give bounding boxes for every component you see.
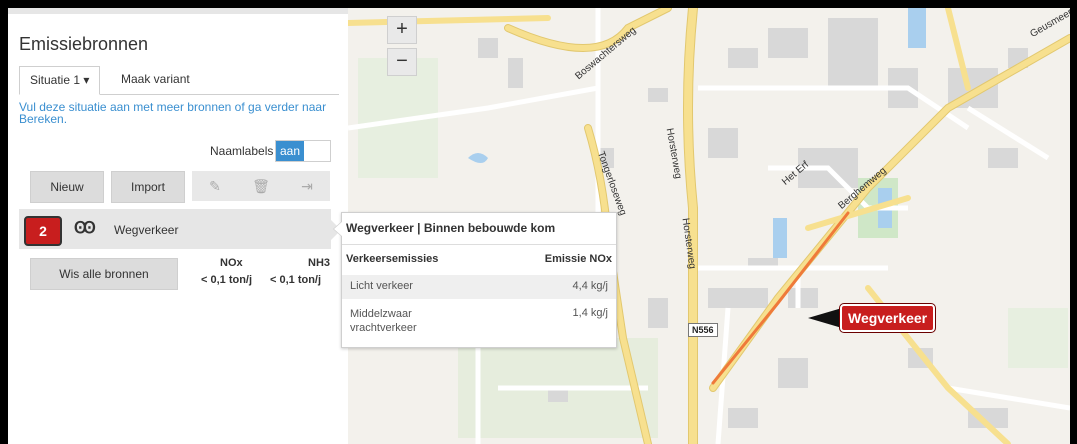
trash-icon[interactable]: 🗑 [238,171,284,201]
source-name: Wegverkeer [114,223,179,237]
zoom-in-button[interactable]: + [387,16,417,44]
popup-row-label: Licht verkeer [350,280,413,292]
naamlabels-label: Naamlabels [210,144,274,158]
popup-row: Licht verkeer 4,4 kg/j [342,275,616,299]
pencil-icon[interactable]: ✎ [192,171,238,201]
popup-row-value: 1,4 kg/j [572,307,608,319]
source-count-badge: 2 [24,216,62,246]
info-text: Vul deze situatie aan met meer bronnen o… [19,100,327,126]
popup-row-label: Middelzwaar vrachtverkeer [350,308,417,334]
source-detail-popup: Wegverkeer | Binnen bebouwde kom Verkeer… [333,212,617,348]
tab-maak-variant[interactable]: Maak variant [111,66,200,93]
zoom-out-button[interactable]: − [387,48,417,76]
popup-col-header-nox: Emissie NOx [544,253,612,265]
new-button[interactable]: Nieuw [30,171,104,203]
popup-row: Middelzwaar vrachtverkeer 1,4 kg/j [342,305,616,341]
naamlabels-toggle[interactable]: aan [275,140,331,162]
situation-tabs: Situatie 1 ▾ Maak variant [19,66,339,95]
traffic-light-icon: Ꙭ [74,220,96,237]
source-actions-toolbar: ✎ 🗑 ⇥ [192,171,330,201]
clear-all-button[interactable]: Wis alle bronnen [30,258,178,290]
callout-pointer [808,308,842,328]
page-title: Emissiebronnen [19,34,149,54]
app-frame: + − Boswachtersweg Horsterweg Horsterweg… [8,8,1070,444]
panel-top-bar [8,8,348,14]
import-button[interactable]: Import [111,171,185,203]
total-value-nox: < 0,1 ton/j [201,274,253,286]
toggle-on-label: aan [276,141,304,161]
popup-divider [342,244,616,245]
tab-situatie-1[interactable]: Situatie 1 ▾ [19,66,101,95]
popup-col-header-type: Verkeersemissies [346,253,439,265]
popup-row-value: 4,4 kg/j [572,280,608,292]
popup-title: Wegverkeer | Binnen bebouwde kom [346,221,556,235]
emission-sources-panel: Emissiebronnen Situatie 1 ▾ Maak variant… [8,8,348,444]
total-header-nox: NOx [220,257,243,269]
road-shield: N556 [688,323,718,337]
total-value-nh3: < 0,1 ton/j [270,274,322,286]
total-header-nh3: NH3 [308,257,331,269]
popup-arrow-fill [334,221,343,237]
callout-label[interactable]: Wegverkeer [840,304,936,332]
copy-icon[interactable]: ⇥ [284,171,330,201]
